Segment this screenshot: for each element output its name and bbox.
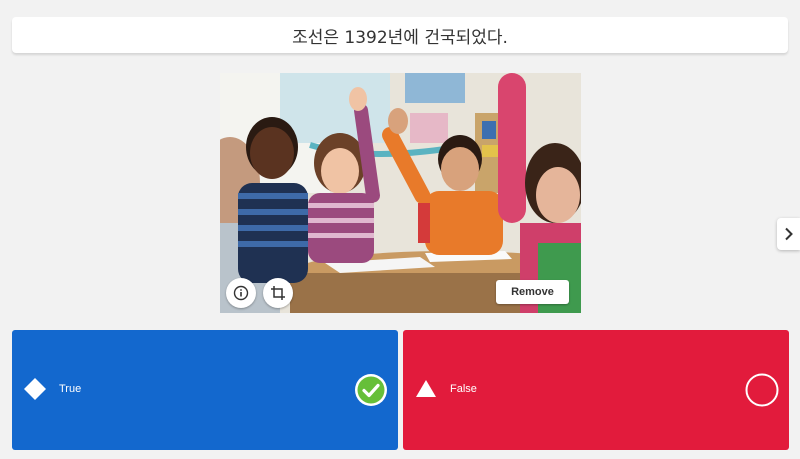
question-image: Remove — [220, 73, 581, 313]
correct-answer-toggle-false[interactable] — [745, 373, 779, 407]
triangle-icon — [416, 380, 436, 397]
classroom-photo — [220, 73, 581, 313]
answer-label-true: True — [59, 383, 82, 395]
correct-answer-toggle-true[interactable] — [354, 373, 388, 407]
crop-icon — [271, 286, 285, 300]
diamond-icon — [24, 378, 46, 400]
next-arrow-button[interactable] — [777, 218, 800, 250]
question-input[interactable]: 조선은 1392년에 건국되었다. — [12, 17, 788, 53]
question-text: 조선은 1392년에 건국되었다. — [292, 27, 508, 48]
quiz-editor: 조선은 1392년에 건국되었다. Remove True False — [0, 0, 800, 459]
info-button[interactable] — [226, 278, 256, 308]
remove-image-button[interactable]: Remove — [496, 280, 569, 304]
chevron-right-icon — [784, 227, 793, 241]
answer-true[interactable]: True — [12, 330, 398, 450]
crop-button[interactable] — [263, 278, 293, 308]
answer-false[interactable]: False — [403, 330, 789, 450]
answer-label-false: False — [450, 383, 477, 395]
info-icon — [233, 285, 249, 301]
